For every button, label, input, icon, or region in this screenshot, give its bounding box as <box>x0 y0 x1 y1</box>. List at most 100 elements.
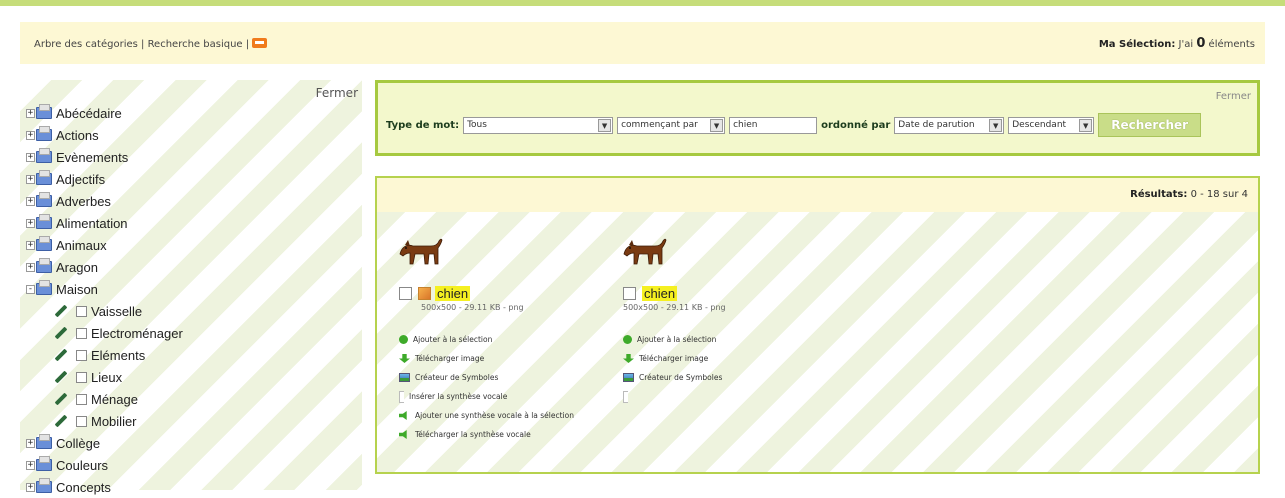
symbol-creator-action[interactable]: Créateur de Symboles <box>399 368 597 387</box>
result-meta: 500x500 - 29.11 KB - png <box>623 303 726 312</box>
expand-icon[interactable]: + <box>26 240 35 250</box>
link-category-tree[interactable]: Arbre des catégories <box>34 39 138 50</box>
expand-icon[interactable]: + <box>26 262 35 272</box>
subcategory-item[interactable]: Ménage <box>26 388 183 410</box>
tree-item-label[interactable]: Animaux <box>56 238 107 253</box>
dropdown-arrow-icon[interactable]: ▼ <box>989 118 1003 132</box>
category-tree: + Abécédaire + Actions + Evènements + Adject… <box>26 102 183 498</box>
tree-item-label[interactable]: Evènements <box>56 150 128 165</box>
expand-icon[interactable]: + <box>26 152 35 162</box>
tree-item-maison[interactable]: - Maison <box>26 278 183 300</box>
pencil-icon <box>54 326 68 340</box>
symbol-creator-action[interactable]: Créateur de Symboles <box>623 368 821 387</box>
close-category-panel[interactable]: Fermer <box>316 86 358 100</box>
dog-pictogram[interactable] <box>621 234 667 272</box>
subcategory-checkbox[interactable] <box>76 371 87 383</box>
order-by-select[interactable]: Date de parution ▼ <box>894 116 1005 134</box>
tree-item-label[interactable]: Alimentation <box>56 216 128 231</box>
folder-icon <box>36 456 52 471</box>
tree-item[interactable]: + Collège <box>26 432 183 454</box>
tree-item[interactable]: + Abécédaire <box>26 102 183 124</box>
selection-label: Ma Sélection: <box>1098 39 1176 50</box>
category-panel: Fermer + Abécédaire + Actions + Evènements … <box>20 80 362 495</box>
subcategory-label[interactable]: Vaisselle <box>91 304 142 319</box>
tree-item-label[interactable]: Adverbes <box>56 194 111 209</box>
dog-pictogram[interactable] <box>397 234 443 272</box>
tree-item-label[interactable]: Collège <box>56 436 100 451</box>
subcategory-label[interactable]: Electroménager <box>91 326 183 341</box>
pencil-icon <box>54 304 68 318</box>
insert-speech-action[interactable]: Insérer la synthèse vocale <box>399 387 597 406</box>
tree-item[interactable]: + Concepts <box>26 476 183 498</box>
dropdown-arrow-icon[interactable]: ▼ <box>1079 118 1093 132</box>
subcategory-label[interactable]: Lieux <box>91 370 122 385</box>
subcategory-item[interactable]: Vaisselle <box>26 300 183 322</box>
add-speech-to-selection-action[interactable]: Ajouter une synthèse vocale à la sélecti… <box>399 406 597 425</box>
action-label: Ajouter une synthèse vocale à la sélecti… <box>415 411 574 420</box>
rss-icon[interactable] <box>252 38 268 48</box>
tree-item-label[interactable]: Concepts <box>56 480 111 495</box>
download-image-action[interactable]: Télécharger image <box>623 349 821 368</box>
tree-item-label[interactable]: Aragon <box>56 260 98 275</box>
action-label: Télécharger image <box>639 354 709 363</box>
download-speech-action[interactable]: Télécharger la synthèse vocale <box>399 425 597 444</box>
search-query-input[interactable]: chien <box>729 116 818 134</box>
link-basic-search[interactable]: Recherche basique <box>148 39 243 50</box>
subcategory-item[interactable]: Eléments <box>26 344 183 366</box>
tree-item[interactable]: + Aragon <box>26 256 183 278</box>
subcategory-item[interactable]: Lieux <box>26 366 183 388</box>
picture-icon <box>399 373 410 382</box>
subcategory-label[interactable]: Mobilier <box>91 414 137 429</box>
subcategory-checkbox[interactable] <box>76 327 87 339</box>
add-to-selection-action[interactable]: Ajouter à la sélection <box>623 330 821 349</box>
bracket-icon <box>399 390 404 403</box>
tree-item-label[interactable]: Adjectifs <box>56 172 105 187</box>
dropdown-arrow-icon[interactable]: ▼ <box>598 118 612 132</box>
expand-icon[interactable]: + <box>26 482 35 492</box>
tree-item[interactable]: + Animaux <box>26 234 183 256</box>
subcategory-checkbox[interactable] <box>76 349 87 361</box>
result-checkbox[interactable] <box>399 287 412 300</box>
expand-icon[interactable]: + <box>26 438 35 448</box>
tree-item-label[interactable]: Maison <box>56 282 98 297</box>
my-selection[interactable]: Ma Sélection: J'ai 0 éléments <box>1099 36 1255 51</box>
result-checkbox[interactable] <box>623 287 636 300</box>
search-button[interactable]: Rechercher <box>1098 113 1202 137</box>
expand-icon[interactable]: + <box>26 174 35 184</box>
tree-item-label[interactable]: Abécédaire <box>56 106 122 121</box>
result-word[interactable]: chien <box>642 286 678 301</box>
close-search-panel[interactable]: Fermer <box>1216 91 1251 102</box>
download-image-action[interactable]: Télécharger image <box>399 349 597 368</box>
collapse-icon[interactable]: - <box>26 284 35 294</box>
top-links: Arbre des catégories | Recherche basique… <box>34 38 268 50</box>
subcategory-item[interactable]: Mobilier <box>26 410 183 432</box>
tree-item[interactable]: + Adverbes <box>26 190 183 212</box>
expand-icon[interactable]: + <box>26 108 35 118</box>
expand-icon[interactable]: + <box>26 460 35 470</box>
subcategory-label[interactable]: Eléments <box>91 348 145 363</box>
match-mode-select[interactable]: commençant par ▼ <box>617 116 726 134</box>
tree-item-label[interactable]: Actions <box>56 128 99 143</box>
expand-icon[interactable]: + <box>26 218 35 228</box>
direction-select[interactable]: Descendant ▼ <box>1008 116 1095 134</box>
dropdown-arrow-icon[interactable]: ▼ <box>710 118 724 132</box>
tree-item[interactable]: + Evènements <box>26 146 183 168</box>
expand-icon[interactable]: + <box>26 130 35 140</box>
subcategory-label[interactable]: Ménage <box>91 392 138 407</box>
add-to-selection-action[interactable]: Ajouter à la sélection <box>399 330 597 349</box>
download-icon <box>623 354 634 363</box>
tree-item-label[interactable]: Couleurs <box>56 458 108 473</box>
tree-item[interactable]: + Couleurs <box>26 454 183 476</box>
word-type-select[interactable]: Tous ▼ <box>463 116 614 134</box>
result-word[interactable]: chien <box>435 286 471 301</box>
subcategory-item[interactable]: Electroménager <box>26 322 183 344</box>
subcategory-checkbox[interactable] <box>76 415 87 427</box>
expand-icon[interactable]: + <box>26 196 35 206</box>
action-label: Insérer la synthèse vocale <box>409 392 508 401</box>
tree-item[interactable]: + Adjectifs <box>26 168 183 190</box>
subcategory-checkbox[interactable] <box>76 393 87 405</box>
tree-item[interactable]: + Alimentation <box>26 212 183 234</box>
folder-icon <box>36 126 52 141</box>
subcategory-checkbox[interactable] <box>76 305 87 317</box>
tree-item[interactable]: + Actions <box>26 124 183 146</box>
